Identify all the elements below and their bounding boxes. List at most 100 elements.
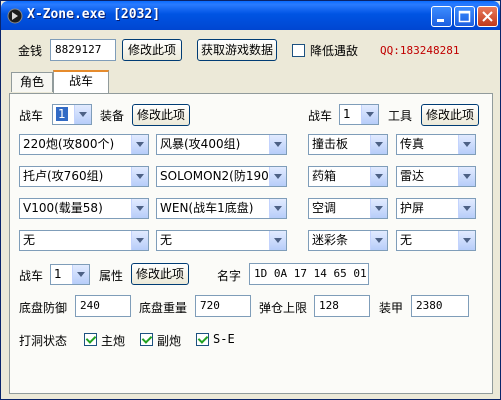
tool-tank-select[interactable]: 1 [339, 104, 379, 125]
tool-slot-7-value: 迷彩条 [312, 233, 349, 247]
equip-tank-label: 战车 [19, 109, 44, 123]
chevron-down-icon [361, 105, 378, 124]
tool-slot-3-select[interactable]: 药箱 [308, 166, 388, 187]
tool-slot-7-select[interactable]: 迷彩条 [308, 230, 388, 251]
title-bar[interactable]: X-Zone.exe [2032] [1, 1, 500, 30]
equip-slot-2-value: 风暴(攻400组) [160, 137, 241, 151]
window-title: X-Zone.exe [2032] [27, 7, 161, 22]
money-input[interactable]: 8829127 [50, 39, 116, 61]
equip-slot-3-value: 托卢(攻760组) [23, 169, 104, 183]
equip-slot-4-select[interactable]: SOLOMON2(防190) [156, 166, 287, 187]
chevron-down-icon [458, 135, 475, 154]
se-label: S-E [213, 332, 235, 346]
equip-slot-6-value: WEN(战车1底盘) [160, 201, 254, 215]
name-label: 名字 [217, 269, 242, 283]
tool-slot-8-select[interactable]: 无 [396, 230, 476, 251]
chevron-down-icon [370, 135, 387, 154]
attr-tank-select[interactable]: 1 [50, 264, 90, 285]
lower-encounter-checkbox[interactable] [292, 44, 305, 57]
chevron-down-icon [458, 167, 475, 186]
tool-slot-2-value: 传真 [400, 137, 425, 151]
attr-tank-select-value: 1 [54, 267, 62, 281]
read-game-data-button[interactable]: 获取游戏数据 [197, 39, 277, 61]
chevron-down-icon [74, 105, 91, 124]
tool-slot-5-select[interactable]: 空调 [308, 198, 388, 219]
tool-modify-button[interactable]: 修改此项 [421, 104, 479, 126]
hole-status-label: 打洞状态 [19, 334, 68, 348]
attr-tank-label: 战车 [19, 269, 44, 283]
app-window: X-Zone.exe [2032] 金钱 8829127 修改此项 获取游戏数据… [0, 0, 501, 400]
equip-slot-6-select[interactable]: WEN(战车1底盘) [156, 198, 287, 219]
ammo-limit-input[interactable]: 128 [314, 295, 370, 317]
equip-slot-8-select[interactable]: 无 [156, 230, 287, 251]
chevron-down-icon [131, 167, 148, 186]
armor-label: 装甲 [379, 301, 404, 315]
tab-character[interactable]: 角色 [11, 72, 53, 92]
money-label: 金钱 [18, 44, 43, 58]
equip-slot-7-select[interactable]: 无 [19, 230, 149, 251]
tool-slot-6-value: 护屏 [400, 201, 425, 215]
maximize-button[interactable] [454, 6, 475, 27]
tool-tank-label: 战车 [308, 109, 333, 123]
tool-slot-1-value: 撞击板 [312, 137, 349, 151]
chevron-down-icon [72, 265, 89, 284]
sub-gun-checkbox[interactable] [140, 333, 153, 346]
chevron-down-icon [458, 231, 475, 250]
equip-slot-2-select[interactable]: 风暴(攻400组) [156, 134, 287, 155]
chevron-down-icon [370, 231, 387, 250]
main-gun-checkbox[interactable] [84, 333, 97, 346]
tool-slot-6-select[interactable]: 护屏 [396, 198, 476, 219]
main-gun-label: 主炮 [101, 334, 126, 348]
equip-slot-5-select[interactable]: V100(载量58) [19, 198, 149, 219]
tool-slot-4-select[interactable]: 雷达 [396, 166, 476, 187]
attr-modify-button[interactable]: 修改此项 [131, 263, 189, 285]
tool-slot-8-value: 无 [400, 233, 413, 247]
chevron-down-icon [131, 199, 148, 218]
equip-slot-8-value: 无 [160, 233, 173, 247]
equip-slot-3-select[interactable]: 托卢(攻760组) [19, 166, 149, 187]
tool-label: 工具 [388, 109, 413, 123]
tool-slot-1-select[interactable]: 撞击板 [308, 134, 388, 155]
lower-encounter-label: 降低遇敌 [310, 44, 359, 58]
chassis-defense-label: 底盘防御 [19, 301, 68, 315]
attr-label: 属性 [99, 269, 124, 283]
tool-slot-5-value: 空调 [312, 201, 337, 215]
chassis-weight-label: 底盘重量 [139, 301, 188, 315]
chevron-down-icon [131, 135, 148, 154]
armor-input[interactable]: 2380 [411, 295, 469, 317]
chevron-down-icon [458, 199, 475, 218]
equip-modify-button[interactable]: 修改此项 [132, 104, 190, 126]
chevron-down-icon [269, 135, 286, 154]
chassis-weight-input[interactable]: 720 [195, 295, 251, 317]
close-button[interactable] [477, 6, 498, 27]
equip-slot-1-value: 220炮(攻800个) [23, 137, 115, 151]
qq-contact-text: QQ:183248281 [380, 44, 460, 57]
tool-slot-2-select[interactable]: 传真 [396, 134, 476, 155]
money-modify-button[interactable]: 修改此项 [122, 39, 182, 61]
equip-label: 装备 [100, 109, 125, 123]
tool-slot-4-value: 雷达 [400, 169, 425, 183]
minimize-button[interactable] [431, 6, 452, 27]
equip-slot-5-value: V100(载量58) [23, 201, 103, 215]
chevron-down-icon [370, 199, 387, 218]
equip-tank-select-value: 1 [56, 107, 68, 121]
name-input[interactable]: 1D 0A 17 14 65 01 [249, 263, 369, 285]
minimize-icon [437, 19, 444, 22]
maximize-icon [458, 10, 471, 23]
tool-slot-3-value: 药箱 [312, 169, 337, 183]
ammo-limit-label: 弹仓上限 [259, 301, 308, 315]
chevron-down-icon [269, 231, 286, 250]
app-icon [7, 8, 23, 24]
equip-slot-1-select[interactable]: 220炮(攻800个) [19, 134, 149, 155]
sub-gun-label: 副炮 [157, 334, 182, 348]
close-icon [482, 11, 493, 22]
tab-tank[interactable]: 战车 [53, 70, 109, 93]
chevron-down-icon [131, 231, 148, 250]
equip-tank-select[interactable]: 1 [52, 104, 92, 125]
se-checkbox[interactable] [196, 333, 209, 346]
equip-slot-4-value: SOLOMON2(防190) [160, 169, 274, 183]
tool-tank-select-value: 1 [343, 107, 351, 121]
chevron-down-icon [269, 199, 286, 218]
chassis-defense-input[interactable]: 240 [75, 295, 131, 317]
chevron-down-icon [370, 167, 387, 186]
